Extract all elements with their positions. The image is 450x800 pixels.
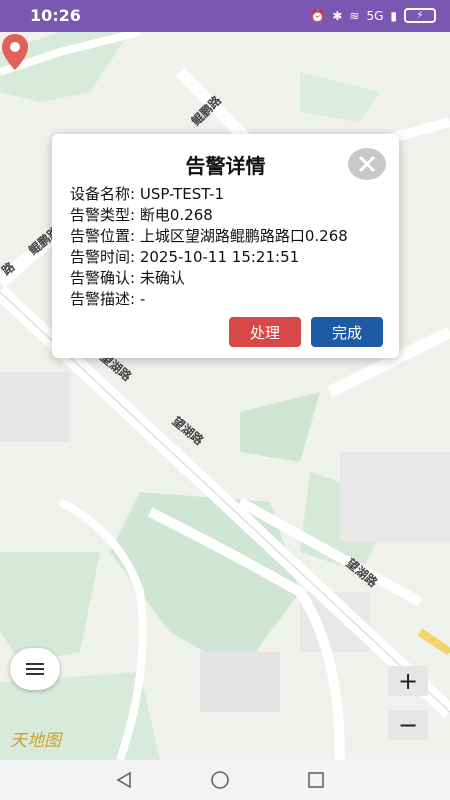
field-value: USP-TEST-1 [139, 185, 224, 203]
status-bar: 10:26 ⏰ ✱ ≋ 5G ▮ ⚡ [0, 0, 450, 32]
field-value: 未确认 [139, 269, 185, 287]
done-button[interactable]: 完成 [311, 317, 383, 347]
close-icon [358, 155, 376, 173]
field-value: 2025-10-11 15:21:51 [139, 248, 300, 266]
menu-button[interactable] [10, 648, 60, 690]
field-value: 上城区望湖路鲲鹏路路口0.268 [139, 227, 348, 245]
field-label: 设备名称: [70, 185, 136, 203]
field-device-name: 设备名称: USP-TEST-1 [70, 184, 224, 204]
close-button[interactable] [348, 148, 386, 180]
menu-icon [26, 663, 44, 675]
back-icon[interactable] [114, 770, 134, 790]
alarm-detail-dialog: 告警详情 设备名称: USP-TEST-1 告警类型: 断电0.268 告警位置… [52, 134, 399, 358]
handle-button[interactable]: 处理 [229, 317, 301, 347]
field-label: 告警位置: [70, 227, 136, 245]
status-icons: ⏰ ✱ ≋ 5G ▮ ⚡ [310, 8, 436, 23]
field-alarm-type: 告警类型: 断电0.268 [70, 205, 213, 225]
field-value: - [139, 290, 146, 308]
zoom-out-button[interactable]: − [388, 710, 428, 740]
location-marker-icon[interactable] [0, 32, 30, 72]
home-icon[interactable] [210, 770, 230, 790]
field-alarm-confirm: 告警确认: 未确认 [70, 268, 185, 288]
alarm-icon: ⏰ [310, 8, 326, 23]
field-value: 断电0.268 [139, 206, 213, 224]
system-nav-bar [0, 760, 450, 800]
field-alarm-description: 告警描述: - [70, 289, 145, 309]
battery-charging-icon: ⚡ [404, 8, 436, 23]
signal-icon: ▮ [390, 8, 397, 23]
signal-label: 5G [366, 8, 384, 23]
status-time: 10:26 [30, 6, 81, 25]
field-label: 告警类型: [70, 206, 136, 224]
field-alarm-time: 告警时间: 2025-10-11 15:21:51 [70, 247, 299, 267]
bluetooth-icon: ✱ [332, 8, 343, 23]
wifi-icon: ≋ [349, 8, 360, 23]
field-label: 告警确认: [70, 269, 136, 287]
zoom-in-button[interactable]: + [388, 666, 428, 696]
map-logo: 天地图 [10, 731, 61, 751]
recent-apps-icon[interactable] [306, 770, 326, 790]
field-alarm-location: 告警位置: 上城区望湖路鲲鹏路路口0.268 [70, 226, 348, 246]
dialog-title: 告警详情 [185, 154, 266, 178]
field-label: 告警描述: [70, 290, 136, 308]
field-label: 告警时间: [70, 248, 136, 266]
